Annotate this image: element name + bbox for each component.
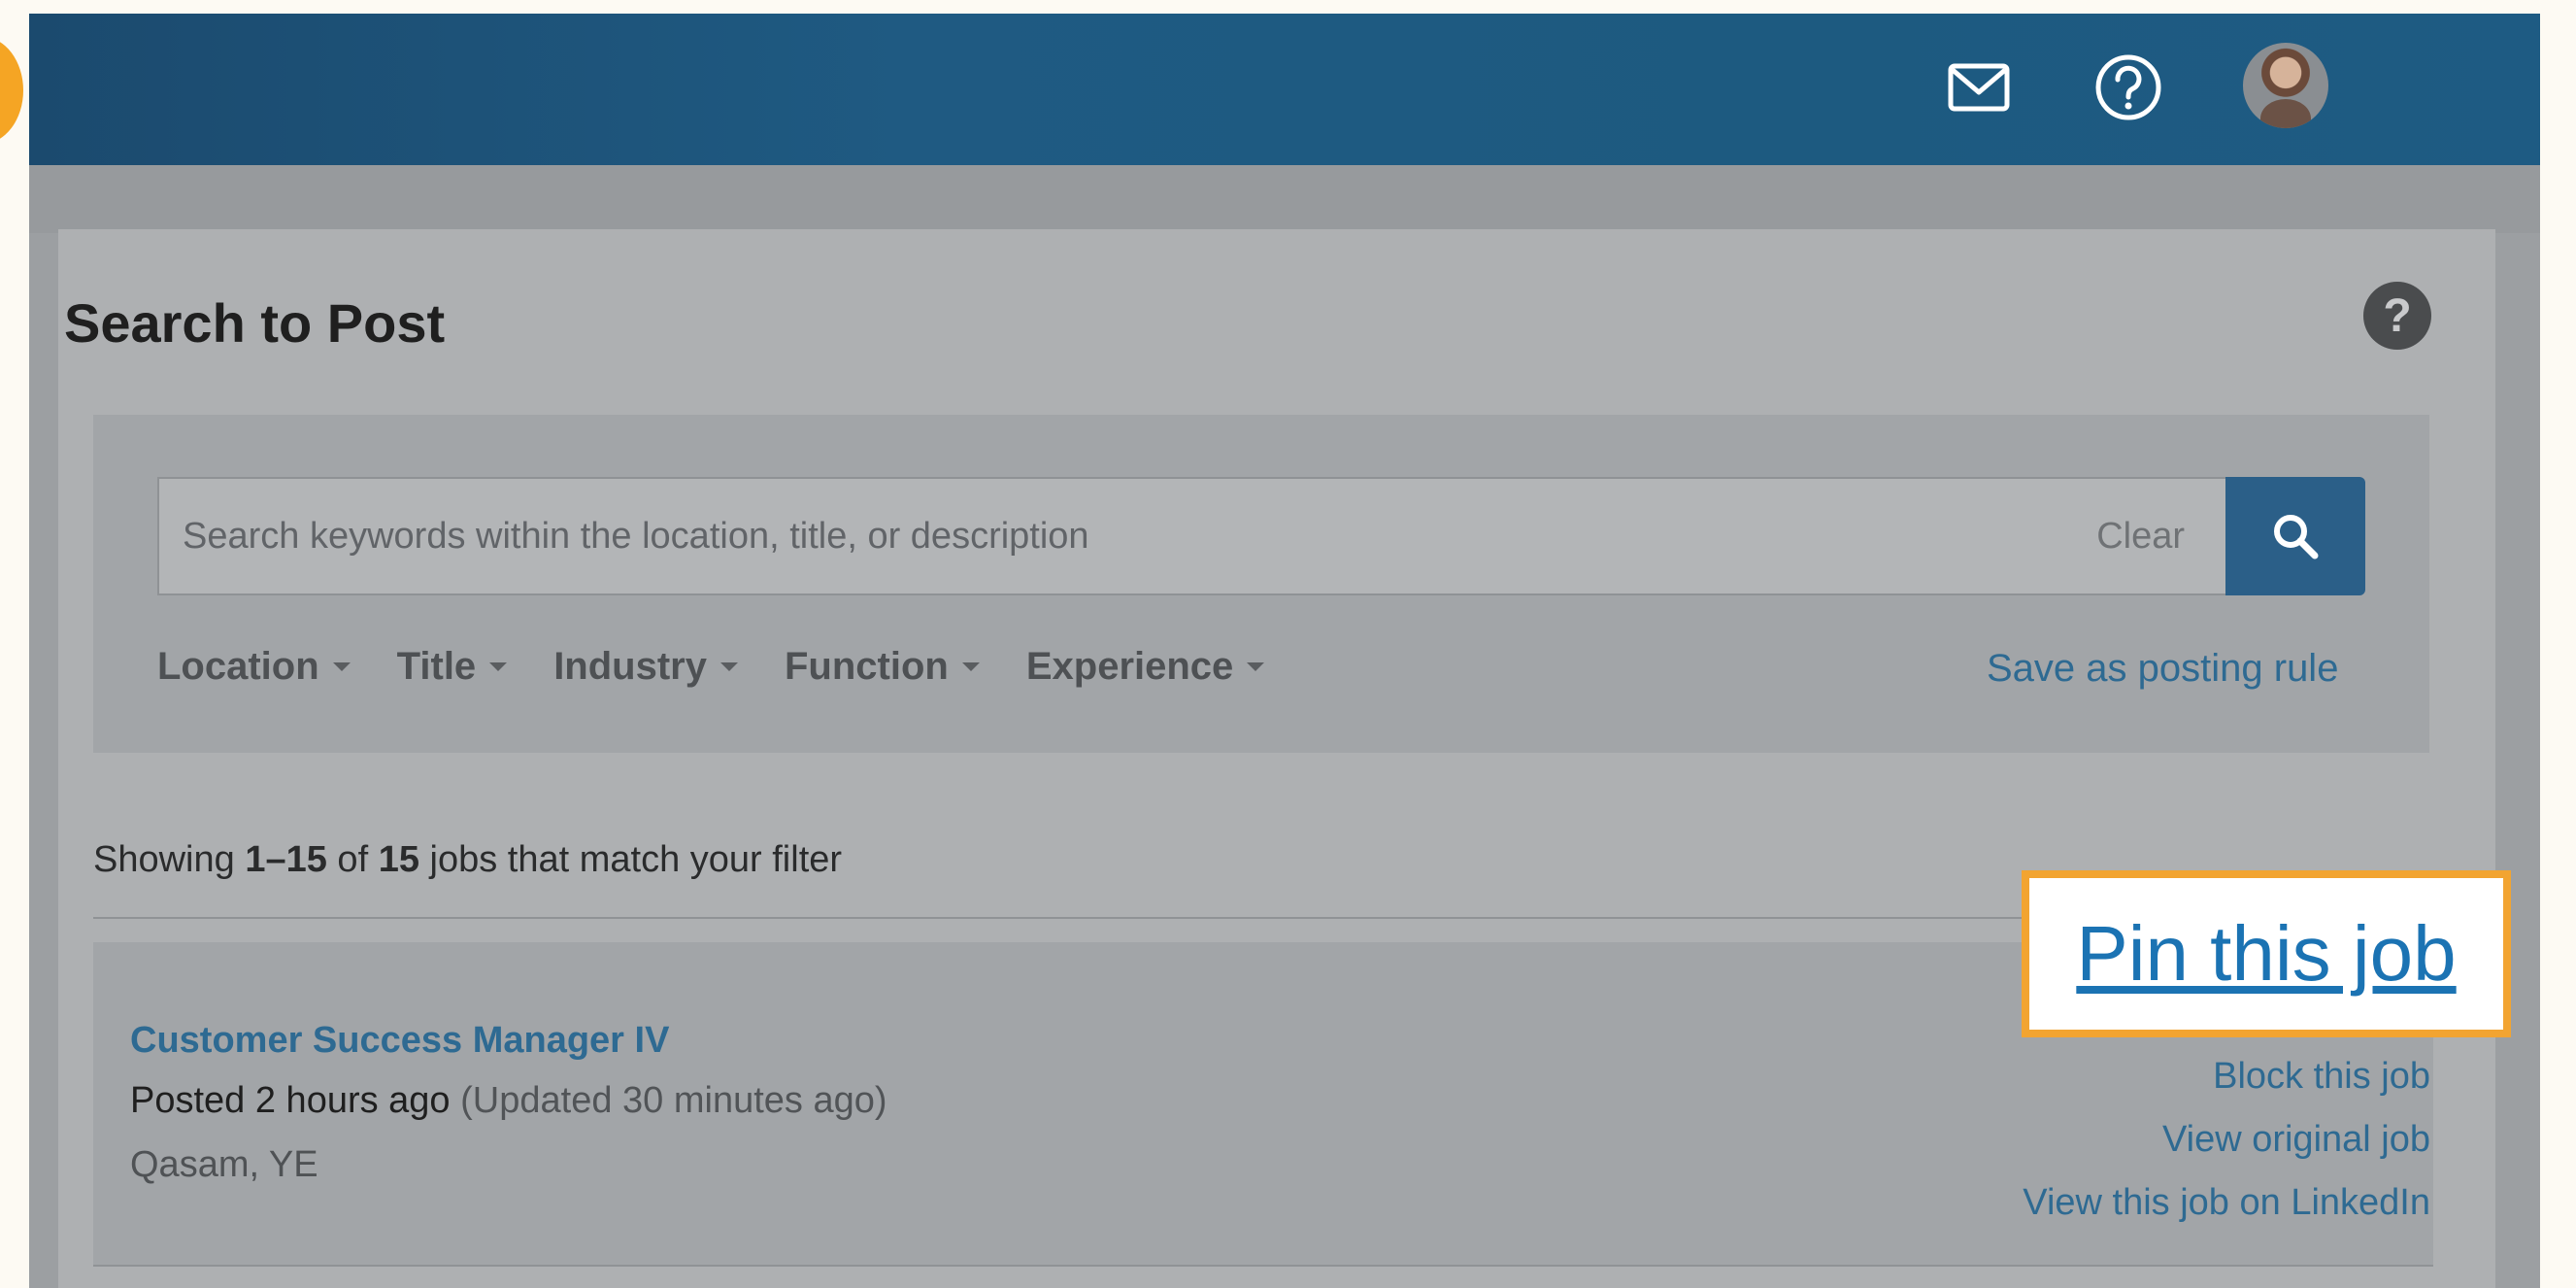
filter-label: Function [784, 645, 949, 688]
results-total: 15 [378, 839, 419, 880]
search-button[interactable] [2225, 477, 2365, 595]
filter-label: Experience [1025, 645, 1234, 688]
view-original-job-link[interactable]: View original job [2023, 1108, 2430, 1171]
results-suffix: jobs that match your filter [418, 839, 843, 880]
results-range: 1–15 [245, 839, 327, 880]
chevron-down-icon [332, 662, 351, 671]
filter-function[interactable]: Function [785, 645, 980, 689]
view-linkedin-job-link[interactable]: View this job on LinkedIn [2023, 1171, 2430, 1235]
filter-industry[interactable]: Industry [553, 645, 738, 689]
search-input[interactable] [183, 479, 1930, 593]
chevron-down-icon [1247, 662, 1265, 671]
top-navigation-bar [29, 14, 2540, 165]
block-job-link[interactable]: Block this job [2023, 1045, 2430, 1108]
job-location: Qasam, YE [130, 1144, 318, 1185]
results-summary: Showing 1–15 of 15 jobs that match your … [93, 839, 842, 881]
mail-icon[interactable] [1942, 51, 2016, 124]
filter-label: Industry [553, 645, 707, 688]
chevron-down-icon [961, 662, 980, 671]
filter-bar: Location Title Industry Function Experie… [157, 645, 1311, 689]
chevron-down-icon [489, 662, 508, 671]
filter-location[interactable]: Location [157, 645, 351, 689]
help-circle-icon[interactable]: ? [2363, 282, 2431, 350]
page-title: Search to Post [64, 292, 446, 354]
chevron-down-icon [719, 662, 738, 671]
filter-label: Title [396, 645, 477, 688]
filter-experience[interactable]: Experience [1025, 645, 1265, 689]
results-prefix: Showing [93, 839, 246, 880]
pin-job-link[interactable]: Pin this job [2076, 909, 2456, 999]
job-title-link[interactable]: Customer Success Manager IV [130, 1020, 669, 1062]
updated-label: (Updated 30 minutes ago) [460, 1080, 887, 1121]
filter-label: Location [157, 645, 319, 688]
posted-label: Posted 2 hours ago [130, 1080, 451, 1121]
clear-button[interactable]: Clear [2096, 516, 2185, 558]
step-marker [0, 37, 23, 144]
job-actions: Block this job View original job View th… [2023, 1045, 2430, 1235]
help-icon[interactable] [2091, 51, 2165, 124]
results-of: of [326, 839, 379, 880]
avatar[interactable] [2243, 43, 2328, 128]
pin-job-highlight: Pin this job [2022, 870, 2511, 1037]
divider [93, 1265, 2433, 1267]
search-icon [2274, 515, 2319, 559]
job-posted-time: Posted 2 hours ago (Updated 30 minutes a… [130, 1080, 887, 1122]
filter-title[interactable]: Title [397, 645, 508, 689]
search-box: Clear [157, 477, 2225, 595]
page-band [29, 165, 2540, 233]
save-posting-rule-link[interactable]: Save as posting rule [1987, 647, 2338, 691]
